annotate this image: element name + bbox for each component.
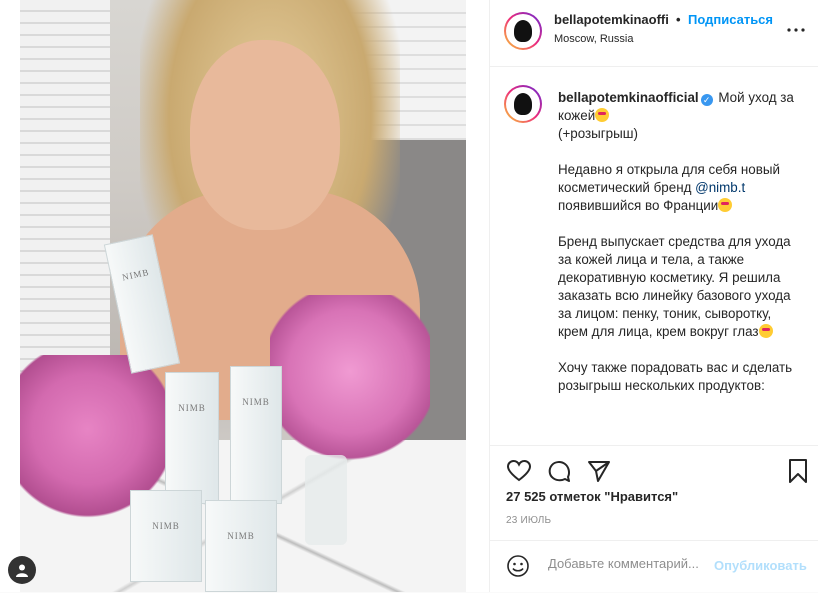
header-location[interactable]: Moscow, Russia xyxy=(554,33,633,45)
like-button[interactable] xyxy=(506,458,532,484)
product-box-label: NIMB xyxy=(152,521,180,531)
caption-p1-a: Недавно я открыла для себя новый космети… xyxy=(558,162,780,195)
caption-p3: Хочу также порадовать вас и сделать розы… xyxy=(558,360,793,393)
bookmark-icon xyxy=(789,459,807,483)
follow-button[interactable]: Подписаться xyxy=(688,12,773,27)
post-photo[interactable]: NIMB NIMB NIMB NIMB NIMB xyxy=(20,0,466,592)
comment-input[interactable] xyxy=(546,555,716,572)
product-box-label: NIMB xyxy=(227,531,255,541)
tagged-users-button[interactable] xyxy=(8,556,36,584)
comment-icon xyxy=(548,461,570,482)
verified-badge-icon: ✓ xyxy=(700,94,713,106)
comment-button[interactable] xyxy=(546,458,572,484)
product-box: NIMB xyxy=(205,500,277,592)
product-box: NIMB xyxy=(130,490,202,582)
more-options-button[interactable] xyxy=(787,20,805,38)
header-separator: • xyxy=(676,12,681,27)
post-header: bellapotemkinaoffi • Подписаться Moscow,… xyxy=(490,0,818,67)
more-horizontal-icon xyxy=(787,28,805,32)
post-date[interactable]: 23 ИЮЛЬ xyxy=(506,515,551,526)
heart-eyes-emoji-icon xyxy=(758,324,773,338)
avatar-silhouette-icon xyxy=(514,93,532,115)
avatar-silhouette-icon xyxy=(514,20,532,42)
caption-p2: Бренд выпускает средства для ухода за ко… xyxy=(558,234,791,339)
heart-eyes-emoji-icon xyxy=(718,198,733,212)
photo-vase xyxy=(305,455,347,545)
post-side-panel: bellapotemkinaoffi • Подписаться Moscow,… xyxy=(489,0,818,592)
share-button[interactable] xyxy=(586,458,612,484)
product-box-label: NIMB xyxy=(242,397,270,407)
caption-username[interactable]: bellapotemkinaofficial xyxy=(558,90,699,105)
photo-flowers-right xyxy=(270,295,430,465)
user-icon xyxy=(16,564,28,577)
save-button[interactable] xyxy=(785,458,811,484)
avatar-inner xyxy=(506,14,540,48)
caption-line2: (+розыгрыш) xyxy=(558,126,638,141)
product-box: NIMB xyxy=(230,366,282,504)
photo-face xyxy=(190,40,340,230)
mention-link[interactable]: @nimb.t xyxy=(695,180,745,195)
publish-comment-button[interactable]: Опубликовать xyxy=(714,558,807,573)
likes-count[interactable]: 27 525 отметок "Нравится" xyxy=(506,489,678,504)
avatar[interactable] xyxy=(504,12,542,50)
post-photo-area[interactable]: NIMB NIMB NIMB NIMB NIMB xyxy=(0,0,489,592)
avatar-inner xyxy=(506,87,540,121)
heart-eyes-emoji-icon xyxy=(595,108,610,122)
caption-area: bellapotemkinaofficial ✓ Мой уход за коже… xyxy=(490,67,818,444)
emoji-smile-icon[interactable] xyxy=(506,554,530,578)
add-comment-row: Опубликовать xyxy=(490,540,818,593)
product-box-label: NIMB xyxy=(121,266,151,283)
header-username[interactable]: bellapotemkinaoffi xyxy=(554,12,669,27)
caption-p1-b: появившийся во Франции xyxy=(558,198,719,213)
paper-plane-icon xyxy=(588,461,610,482)
caption-avatar[interactable] xyxy=(504,85,542,123)
caption-text: bellapotemkinaofficial ✓ Мой уход за коже… xyxy=(558,89,798,413)
heart-icon xyxy=(506,459,532,482)
product-box-label: NIMB xyxy=(178,403,206,413)
product-box: NIMB xyxy=(165,372,219,504)
